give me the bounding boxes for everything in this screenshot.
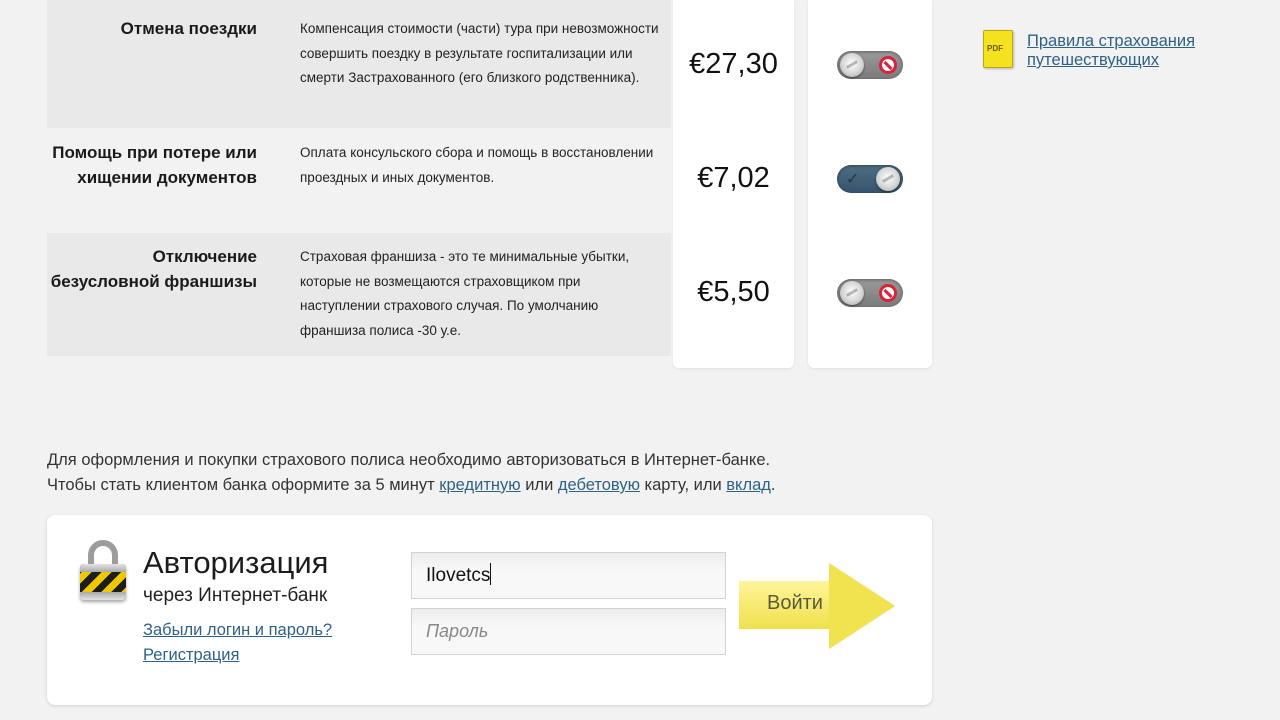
info-or-text: или xyxy=(520,476,558,494)
login-submit-button[interactable]: Войти xyxy=(739,563,897,649)
text-caret xyxy=(490,563,492,585)
login-input[interactable]: Ilovetcs xyxy=(411,552,726,599)
option-name: Помощь при потере или хищении документов xyxy=(52,143,257,187)
option-name: Отмена поездки xyxy=(120,19,257,38)
option-price: €5,50 xyxy=(697,276,770,308)
option-toggle[interactable] xyxy=(837,51,903,79)
lock-icon xyxy=(80,540,128,602)
info-period: . xyxy=(770,476,776,494)
toggle-knob xyxy=(840,53,864,77)
option-description: Компенсация стоимости (части) тура при н… xyxy=(300,21,659,85)
credit-card-link[interactable]: кредитную xyxy=(439,476,520,494)
info-line-2-text: Чтобы стать клиентом банка оформите за 5… xyxy=(47,476,440,494)
submit-label: Войти xyxy=(767,592,823,614)
option-price: €7,02 xyxy=(697,162,770,194)
disabled-icon xyxy=(879,56,897,74)
info-line-1: Для оформления и покупки страхового поли… xyxy=(47,451,771,469)
toggle-knob xyxy=(876,167,900,191)
auth-title: Авторизация xyxy=(143,545,329,580)
pdf-icon-text: PDF xyxy=(987,44,1003,53)
insurance-options-table: Отмена поездки Компенсация стоимости (ча… xyxy=(47,0,932,368)
toggle-knob xyxy=(840,281,864,305)
disabled-icon xyxy=(879,284,897,302)
password-input[interactable]: Пароль xyxy=(411,608,726,655)
password-placeholder: Пароль xyxy=(426,621,489,641)
check-icon: ✓ xyxy=(846,171,860,188)
info-card-or-text: карту, или xyxy=(639,476,727,494)
pdf-icon[interactable]: PDF xyxy=(983,30,1013,68)
auth-panel: Авторизация через Интернет-банк Забыли л… xyxy=(47,515,932,705)
login-value: Ilovetcs xyxy=(426,565,491,586)
option-toggle[interactable]: ✓ xyxy=(837,165,903,193)
info-line-2: Чтобы стать клиентом банка оформите за 5… xyxy=(47,473,927,498)
option-name: Отключение безусловной франшизы xyxy=(50,247,257,291)
auth-subtitle: через Интернет-банк xyxy=(143,585,328,606)
forgot-credentials-link[interactable]: Забыли логин и пароль? xyxy=(143,621,332,640)
arrow-right-icon xyxy=(829,563,895,649)
option-description: Страховая франшиза - это те минимальные … xyxy=(300,249,630,338)
insurance-rules-link[interactable]: Правила страхования путешествующих xyxy=(1027,32,1237,70)
option-toggle[interactable] xyxy=(837,279,903,307)
deposit-link[interactable]: вклад xyxy=(726,476,771,494)
register-link[interactable]: Регистрация xyxy=(143,646,239,665)
option-description: Оплата консульского сбора и помощь в вос… xyxy=(300,145,654,185)
auth-info-text: Для оформления и покупки страхового поли… xyxy=(47,448,927,498)
option-price: €27,30 xyxy=(689,48,778,80)
debit-card-link[interactable]: дебетовую xyxy=(558,476,640,494)
